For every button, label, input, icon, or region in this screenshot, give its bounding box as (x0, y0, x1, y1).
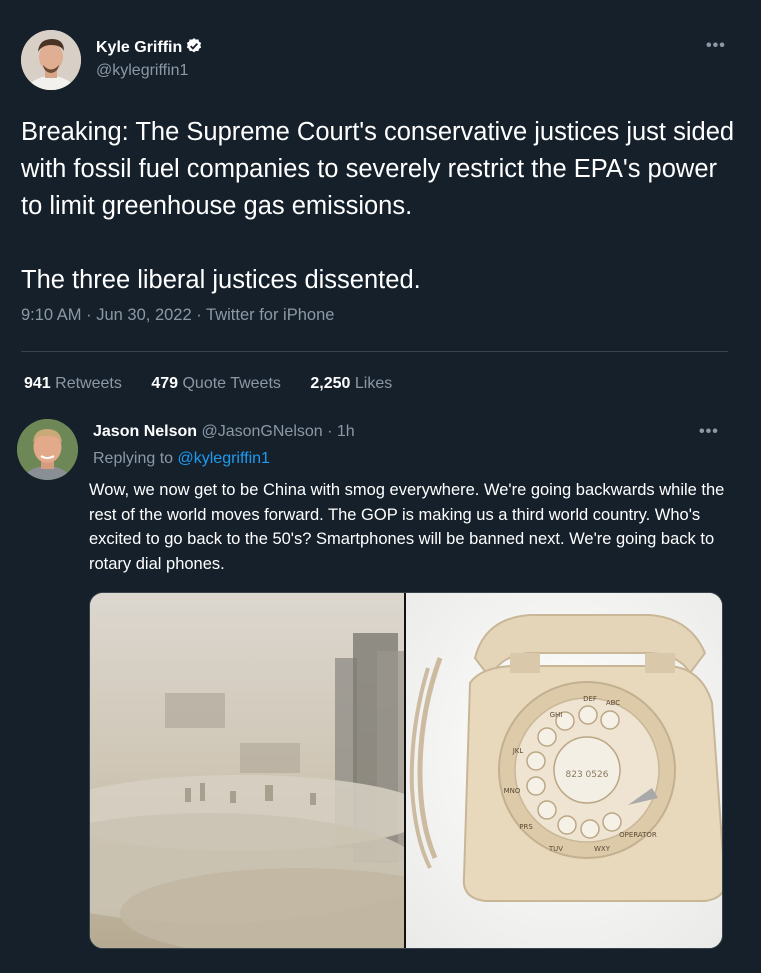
svg-text:JKL: JKL (512, 747, 524, 755)
quotes-count: 479 (151, 375, 179, 392)
reply-author-avatar[interactable] (17, 419, 78, 480)
divider (21, 351, 728, 352)
tweet-time[interactable]: 9:10 AM (21, 306, 82, 324)
tweet-source[interactable]: Twitter for iPhone (206, 306, 334, 324)
author-name[interactable]: Kyle Griffin (96, 39, 182, 56)
reply-body: Wow, we now get to be China with smog ev… (89, 481, 725, 573)
likes-label: Likes (354, 375, 393, 392)
reply-time[interactable]: 1h (337, 423, 355, 440)
svg-text:ABC: ABC (606, 699, 620, 707)
author-avatar[interactable] (21, 30, 81, 90)
retweets-label: Retweets (55, 375, 122, 392)
likes-stat[interactable]: 2,250 Likes (310, 375, 392, 392)
svg-text:PRS: PRS (519, 823, 533, 831)
verified-badge-icon (185, 37, 203, 55)
author-handle[interactable]: @kylegriffin1 (96, 62, 188, 80)
avatar-portrait (21, 30, 81, 90)
svg-text:MNO: MNO (504, 787, 521, 795)
replying-to-link[interactable]: @kylegriffin1 (178, 450, 270, 467)
tweet-metadata: 9:10 AM · Jun 30, 2022 · Twitter for iPh… (21, 306, 334, 325)
likes-count: 2,250 (310, 375, 351, 392)
replying-to-line: Replying to @kylegriffin1 (93, 450, 270, 468)
reply-more-horizontal-icon[interactable]: ••• (699, 423, 719, 441)
reply-author-handle[interactable]: @JasonGNelson (201, 423, 322, 440)
avatar-portrait (17, 419, 78, 480)
media-images: 823 0526 ABC DEF GHI JKL MNO PRS TUV WXY… (90, 593, 722, 948)
svg-text:WXY: WXY (594, 845, 611, 853)
quotes-label: Quote Tweets (182, 375, 281, 392)
svg-text:OPERATOR: OPERATOR (619, 831, 657, 839)
svg-text:TUV: TUV (548, 845, 563, 853)
reply-media[interactable]: 823 0526 ABC DEF GHI JKL MNO PRS TUV WXY… (89, 592, 723, 949)
meta-separator: · (196, 306, 202, 324)
replying-to-label: Replying to (93, 450, 174, 467)
tweet-paragraph-2: The three liberal justices dissented. (21, 266, 421, 294)
retweets-count: 941 (24, 375, 51, 392)
meta-separator: · (327, 423, 333, 440)
quote-tweets-stat[interactable]: 479 Quote Tweets (151, 375, 281, 392)
svg-text:DEF: DEF (583, 695, 597, 703)
author-name-row: Kyle Griffin (96, 37, 203, 57)
rotary-phone-image: 823 0526 ABC DEF GHI JKL MNO PRS TUV WXY… (406, 593, 722, 948)
tweet-stats: 941 Retweets 479 Quote Tweets 2,250 Like… (24, 375, 417, 393)
svg-text:GHI: GHI (550, 711, 563, 719)
tweet-paragraph-1: Breaking: The Supreme Court's conservati… (21, 118, 735, 220)
reply-header: Jason Nelson @JasonGNelson · 1h (93, 423, 355, 441)
image-separator (404, 593, 406, 948)
retweets-stat[interactable]: 941 Retweets (24, 375, 122, 392)
tweet-date[interactable]: Jun 30, 2022 (96, 306, 191, 324)
more-horizontal-icon[interactable]: ••• (706, 37, 726, 55)
meta-separator: · (86, 306, 92, 324)
reply-author-name[interactable]: Jason Nelson (93, 423, 197, 440)
tweet-body: Breaking: The Supreme Court's conservati… (21, 114, 736, 299)
dial-number: 823 0526 (566, 770, 609, 780)
